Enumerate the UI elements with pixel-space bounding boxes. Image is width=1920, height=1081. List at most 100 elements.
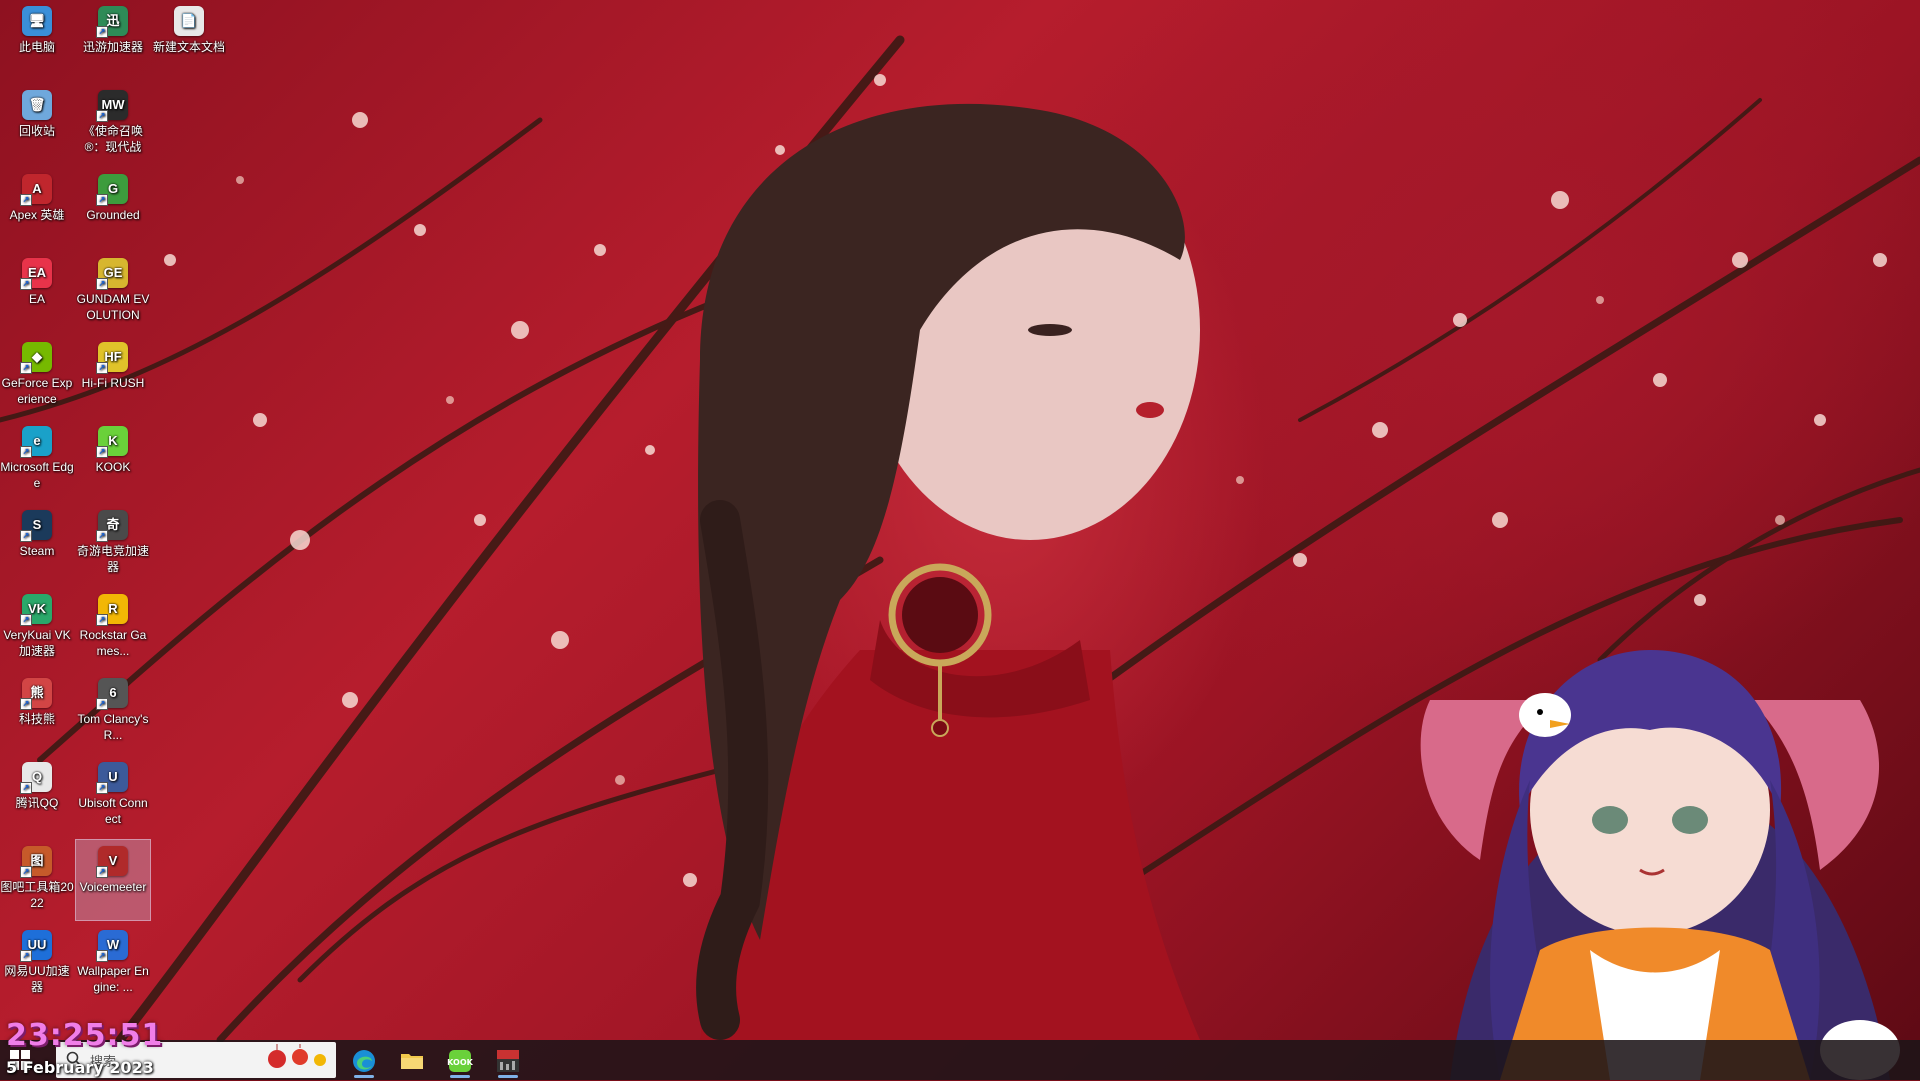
vtuber-avatar xyxy=(1420,650,1900,1080)
taskbar-app-kook[interactable]: KOOK xyxy=(438,1044,482,1078)
desktop-icon-verykuai[interactable]: VK ↗ VeryKuai VK加速器 xyxy=(0,588,74,668)
voicemeeter-icon: V ↗ xyxy=(96,846,128,878)
qq-icon: Q ↗ xyxy=(20,762,52,794)
edge-icon xyxy=(353,1050,375,1072)
steam-icon: S ↗ xyxy=(20,510,52,542)
desktop-icon-recycle-bin[interactable]: 🗑 回收站 xyxy=(0,84,74,164)
uu-icon: UU ↗ xyxy=(20,930,52,962)
taskbar-app-file-explorer[interactable] xyxy=(390,1044,434,1078)
desktop-icon-label: Hi-Fi RUSH xyxy=(81,376,145,390)
shortcut-arrow-icon: ↗ xyxy=(20,950,32,962)
shortcut-arrow-icon: ↗ xyxy=(96,614,108,626)
desktop-icon-label: 腾讯QQ xyxy=(15,796,59,810)
desktop-icon-hifi-rush[interactable]: HF ↗ Hi-Fi RUSH xyxy=(76,336,150,416)
desktop-icon-label: Tom Clancy's R... xyxy=(77,712,149,742)
desktop-icon-label: 网易UU加速器 xyxy=(4,964,70,994)
desktop-icon-qq[interactable]: Q ↗ 腾讯QQ xyxy=(0,756,74,836)
apex-icon: A ↗ xyxy=(20,174,52,206)
verykuai-icon: VK ↗ xyxy=(20,594,52,626)
voicemeeter-icon xyxy=(497,1050,519,1072)
desktop-icon-gundam[interactable]: GE ↗ GUNDAM EVOLUTION xyxy=(76,252,150,332)
shortcut-arrow-icon: ↗ xyxy=(96,26,108,38)
shortcut-arrow-icon: ↗ xyxy=(20,530,32,542)
shortcut-arrow-icon: ↗ xyxy=(20,698,32,710)
desktop-icon-apex[interactable]: A ↗ Apex 英雄 xyxy=(0,168,74,248)
shortcut-arrow-icon: ↗ xyxy=(96,278,108,290)
desktop-icon-tuba-toolbox[interactable]: 图 ↗ 图吧工具箱2022 xyxy=(0,840,74,920)
shortcut-arrow-icon: ↗ xyxy=(20,866,32,878)
shortcut-arrow-icon: ↗ xyxy=(20,446,32,458)
desktop-icon-label: GUNDAM EVOLUTION xyxy=(76,292,150,322)
desktop-icon-geforce[interactable]: ◆ ↗ GeForce Experience xyxy=(0,336,74,416)
shortcut-arrow-icon: ↗ xyxy=(20,278,32,290)
desktop-icon-label: 科技熊 xyxy=(18,712,55,726)
folder-icon xyxy=(401,1054,423,1069)
qiyou-icon: 奇 ↗ xyxy=(96,510,128,542)
computer-icon: 🖥 xyxy=(22,6,52,36)
desktop-icon-xunyou[interactable]: 迅 ↗ 迅游加速器 xyxy=(76,0,150,80)
shortcut-arrow-icon: ↗ xyxy=(96,698,108,710)
hifi-rush-icon: HF ↗ xyxy=(96,342,128,374)
desktop-icon-label: Apex 英雄 xyxy=(9,208,65,222)
shortcut-arrow-icon: ↗ xyxy=(20,194,32,206)
shortcut-arrow-icon: ↗ xyxy=(20,614,32,626)
desktop-icon-label: KOOK xyxy=(95,460,131,474)
shortcut-arrow-icon: ↗ xyxy=(96,110,108,122)
desktop-icon-label: 此电脑 xyxy=(18,40,55,54)
taskbar-app-voicemeeter[interactable] xyxy=(486,1044,530,1078)
ubisoft-icon: U ↗ xyxy=(96,762,128,794)
desktop-icon-label: Rockstar Games... xyxy=(79,628,147,658)
kook-icon: KOOK xyxy=(447,1050,473,1072)
gundam-icon: GE ↗ xyxy=(96,258,128,290)
desktop-icon-label: 奇游电竞加速器 xyxy=(76,544,149,574)
desktop-icon-ea[interactable]: EA ↗ EA xyxy=(0,252,74,332)
desktop-icon-kook[interactable]: K ↗ KOOK xyxy=(76,420,150,500)
desktop-icon-edge[interactable]: e ↗ Microsoft Edge xyxy=(0,420,74,500)
desktop-icon-ubisoft[interactable]: U ↗ Ubisoft Connect xyxy=(76,756,150,836)
desktop-icon-text-document[interactable]: 📄 新建文本文档 xyxy=(152,0,226,80)
desktop-icon-computer[interactable]: 🖥 此电脑 xyxy=(0,0,74,80)
desktop-icon-qiyou[interactable]: 奇 ↗ 奇游电竞加速器 xyxy=(76,504,150,584)
lantern-decoration-icon xyxy=(262,1044,332,1081)
wallpaper-engine-icon: W ↗ xyxy=(96,930,128,962)
taskbar-app-edge[interactable] xyxy=(342,1044,386,1078)
desktop-icon-mw2[interactable]: MW↗《使命召唤®：现代战争... xyxy=(76,84,150,164)
desktop-icon-label: GeForce Experience xyxy=(1,376,73,406)
shortcut-arrow-icon: ↗ xyxy=(96,362,108,374)
desktop-icon-label: 新建文本文档 xyxy=(152,40,225,54)
desktop-icon-grounded[interactable]: G ↗ Grounded xyxy=(76,168,150,248)
desktop-icon-label: Wallpaper Engine: ... xyxy=(77,964,149,994)
shortcut-arrow-icon: ↗ xyxy=(96,950,108,962)
desktop-icon-rainbow-six[interactable]: 6 ↗ Tom Clancy's R... xyxy=(76,672,150,752)
desktop-icon-label: Voicemeeter xyxy=(79,880,147,894)
desktop-icon-label: Grounded xyxy=(86,208,140,222)
svg-text:KOOK: KOOK xyxy=(447,1058,473,1067)
desktop-icon-kejixiong[interactable]: 熊 ↗ 科技熊 xyxy=(0,672,74,752)
shortcut-arrow-icon: ↗ xyxy=(96,446,108,458)
desktop-icon-rockstar[interactable]: R ↗ Rockstar Games... xyxy=(76,588,150,668)
desktop-icon-label: VeryKuai VK加速器 xyxy=(3,628,71,658)
desktop-icon-label: Microsoft Edge xyxy=(0,460,74,490)
overlay-clock: 23:25:51 xyxy=(6,1018,164,1053)
desktop-icon-label: 图吧工具箱2022 xyxy=(0,880,74,910)
desktop-icon-grid: 🖥此电脑迅↗迅游加速器📄新建文本文档🗑回收站MW↗《使命召唤®：现代战争...A… xyxy=(0,0,225,1040)
xunyou-icon: 迅 ↗ xyxy=(96,6,128,38)
desktop-icon-label: Steam xyxy=(19,544,55,558)
shortcut-arrow-icon: ↗ xyxy=(20,362,32,374)
text-document-icon: 📄 xyxy=(174,6,204,36)
desktop-icon-uu[interactable]: UU ↗ 网易UU加速器 xyxy=(0,924,74,1004)
mw2-icon: MW ↗ xyxy=(96,90,128,122)
grounded-icon: G ↗ xyxy=(96,174,128,206)
shortcut-arrow-icon: ↗ xyxy=(96,194,108,206)
desktop-icon-steam[interactable]: S ↗ Steam xyxy=(0,504,74,584)
kejixiong-icon: 熊 ↗ xyxy=(20,678,52,710)
tuba-toolbox-icon: 图 ↗ xyxy=(20,846,52,878)
geforce-icon: ◆ ↗ xyxy=(20,342,52,374)
desktop-icon-label: 《使命召唤®：现代战争... xyxy=(82,124,143,154)
desktop-icon-wallpaper-engine[interactable]: W ↗ Wallpaper Engine: ... xyxy=(76,924,150,1004)
kook-icon: K ↗ xyxy=(96,426,128,458)
ea-icon: EA ↗ xyxy=(20,258,52,290)
desktop-icon-voicemeeter[interactable]: V ↗ Voicemeeter xyxy=(75,839,151,921)
shortcut-arrow-icon: ↗ xyxy=(96,782,108,794)
recycle-bin-icon: 🗑 xyxy=(22,90,52,120)
